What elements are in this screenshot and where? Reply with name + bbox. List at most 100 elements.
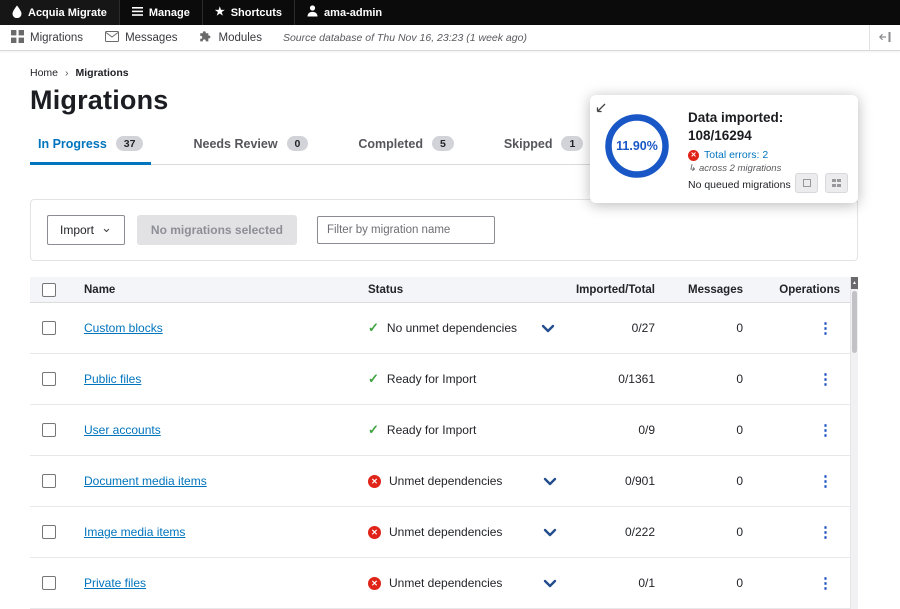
toolbar-collapse-toggle[interactable]	[869, 25, 900, 50]
row-checkbox[interactable]	[42, 372, 56, 386]
tab-label: In Progress	[38, 137, 107, 151]
kebab-menu-icon[interactable]: ⋮	[811, 574, 840, 592]
tab-label: Skipped	[504, 137, 553, 151]
shortcuts-menu-item[interactable]: ★ Shortcuts	[202, 0, 294, 25]
branch-arrow-icon: ↳	[688, 163, 696, 174]
import-label: Import	[60, 223, 94, 237]
data-imported-title: Data imported:	[688, 109, 791, 127]
check-icon: ✓	[368, 371, 379, 387]
import-dropdown-button[interactable]: Import ⌄	[47, 215, 125, 245]
migration-link[interactable]: Public files	[84, 372, 141, 386]
hamburger-icon	[132, 7, 143, 19]
imported-total-value: 0/1361	[560, 372, 663, 386]
messages-count: 0	[663, 321, 751, 335]
breadcrumb-home-link[interactable]: Home	[30, 67, 58, 79]
select-all-checkbox[interactable]	[42, 283, 56, 297]
tab-label: Needs Review	[193, 137, 277, 151]
chevron-down-icon[interactable]	[541, 324, 555, 333]
kebab-menu-icon[interactable]: ⋮	[811, 370, 840, 388]
imported-total-value: 0/1	[560, 576, 663, 590]
tab-count-badge: 37	[116, 136, 144, 151]
chevron-down-icon[interactable]	[543, 579, 557, 588]
migration-controls: Import ⌄ No migrations selected	[30, 199, 858, 261]
secondary-toolbar: Migrations Messages Modules Source datab…	[0, 25, 900, 51]
progress-ring: 11.90%	[604, 113, 670, 179]
scrollbar-thumb[interactable]	[852, 291, 857, 353]
brand-label: Acquia Migrate	[28, 7, 107, 19]
migrations-table: Name Status Imported/Total Messages Oper…	[30, 277, 850, 609]
kebab-menu-icon[interactable]: ⋮	[811, 523, 840, 541]
table-row: Document media items ✕ Unmet dependencie…	[30, 456, 850, 507]
header-name: Name	[84, 284, 368, 296]
star-icon: ★	[215, 7, 225, 18]
import-progress-card: 11.90% Data imported: 108/16294 ✕ Total …	[590, 95, 858, 203]
table-row: Custom blocks ✓ No unmet dependencies 0/…	[30, 303, 850, 354]
imported-total-value: 0/27	[560, 321, 663, 335]
kebab-menu-icon[interactable]: ⋮	[811, 421, 840, 439]
tab-count-badge: 5	[432, 136, 454, 151]
status-text: Unmet dependencies	[389, 576, 535, 590]
row-checkbox[interactable]	[42, 423, 56, 437]
admin-bar: Acquia Migrate Manage ★ Shortcuts ama-ad…	[0, 0, 900, 25]
header-operations: Operations	[751, 284, 850, 296]
table-row: User accounts ✓ Ready for Import 0/9 0 ⋮	[30, 405, 850, 456]
tab-skipped[interactable]: Skipped 1	[496, 136, 591, 164]
tab-in-progress[interactable]: In Progress 37	[30, 136, 151, 164]
messages-label: Messages	[125, 32, 177, 44]
status-text: Ready for Import	[387, 372, 533, 386]
migration-link[interactable]: Custom blocks	[84, 321, 163, 335]
row-checkbox[interactable]	[42, 321, 56, 335]
manage-label: Manage	[149, 7, 190, 19]
no-migrations-selected-button[interactable]: No migrations selected	[137, 215, 297, 245]
tab-completed[interactable]: Completed 5	[350, 136, 461, 164]
kebab-menu-icon[interactable]: ⋮	[811, 319, 840, 337]
progress-percent: 11.90%	[604, 113, 670, 179]
tab-needs-review[interactable]: Needs Review 0	[185, 136, 316, 164]
header-messages: Messages	[663, 284, 751, 296]
queue-status: No queued migrations	[688, 179, 791, 191]
imported-total-value: 0/901	[560, 474, 663, 488]
table-scrollbar: ▲	[850, 277, 858, 609]
username-label: ama-admin	[324, 7, 382, 19]
chevron-down-icon[interactable]	[543, 477, 557, 486]
status-text: No unmet dependencies	[387, 321, 533, 335]
error-icon: ✕	[368, 526, 381, 539]
migration-link[interactable]: Document media items	[84, 474, 207, 488]
puzzle-icon	[199, 30, 212, 46]
toolbar-item-messages[interactable]: Messages	[94, 25, 188, 50]
status-text: Unmet dependencies	[389, 474, 535, 488]
imported-total-value: 0/222	[560, 525, 663, 539]
row-checkbox[interactable]	[42, 576, 56, 590]
toolbar-item-modules[interactable]: Modules	[188, 25, 272, 50]
collapse-arrow-icon	[879, 29, 891, 47]
grid-icon	[832, 179, 842, 187]
status-text: Ready for Import	[387, 423, 533, 437]
errors-scope-note: ↳ across 2 migrations	[688, 163, 791, 174]
scroll-up-button[interactable]: ▲	[851, 277, 858, 289]
queue-grid-button[interactable]	[825, 173, 848, 193]
user-icon	[307, 5, 318, 20]
manage-menu-item[interactable]: Manage	[119, 0, 202, 25]
migration-link[interactable]: Image media items	[84, 525, 185, 539]
row-checkbox[interactable]	[42, 525, 56, 539]
toolbar-item-migrations[interactable]: Migrations	[0, 25, 94, 50]
acquia-migrate-brand[interactable]: Acquia Migrate	[0, 0, 119, 25]
total-errors-label: Total errors: 2	[704, 149, 768, 161]
migrations-label: Migrations	[30, 32, 83, 44]
total-errors-link[interactable]: ✕ Total errors: 2	[688, 149, 791, 161]
messages-count: 0	[663, 372, 751, 386]
check-icon: ✓	[368, 422, 379, 438]
messages-count: 0	[663, 576, 751, 590]
caret-down-icon: ⌄	[101, 226, 112, 230]
stop-button[interactable]	[795, 173, 818, 193]
kebab-menu-icon[interactable]: ⋮	[811, 472, 840, 490]
row-checkbox[interactable]	[42, 474, 56, 488]
migration-filter-input[interactable]	[317, 216, 495, 244]
chevron-down-icon[interactable]	[543, 528, 557, 537]
user-menu-item[interactable]: ama-admin	[294, 0, 394, 25]
migration-link[interactable]: User accounts	[84, 423, 161, 437]
source-database-note: Source database of Thu Nov 16, 23:23 (1 …	[283, 32, 527, 44]
shortcuts-label: Shortcuts	[231, 7, 282, 19]
header-imported-total: Imported/Total	[560, 284, 663, 296]
migration-link[interactable]: Private files	[84, 576, 146, 590]
